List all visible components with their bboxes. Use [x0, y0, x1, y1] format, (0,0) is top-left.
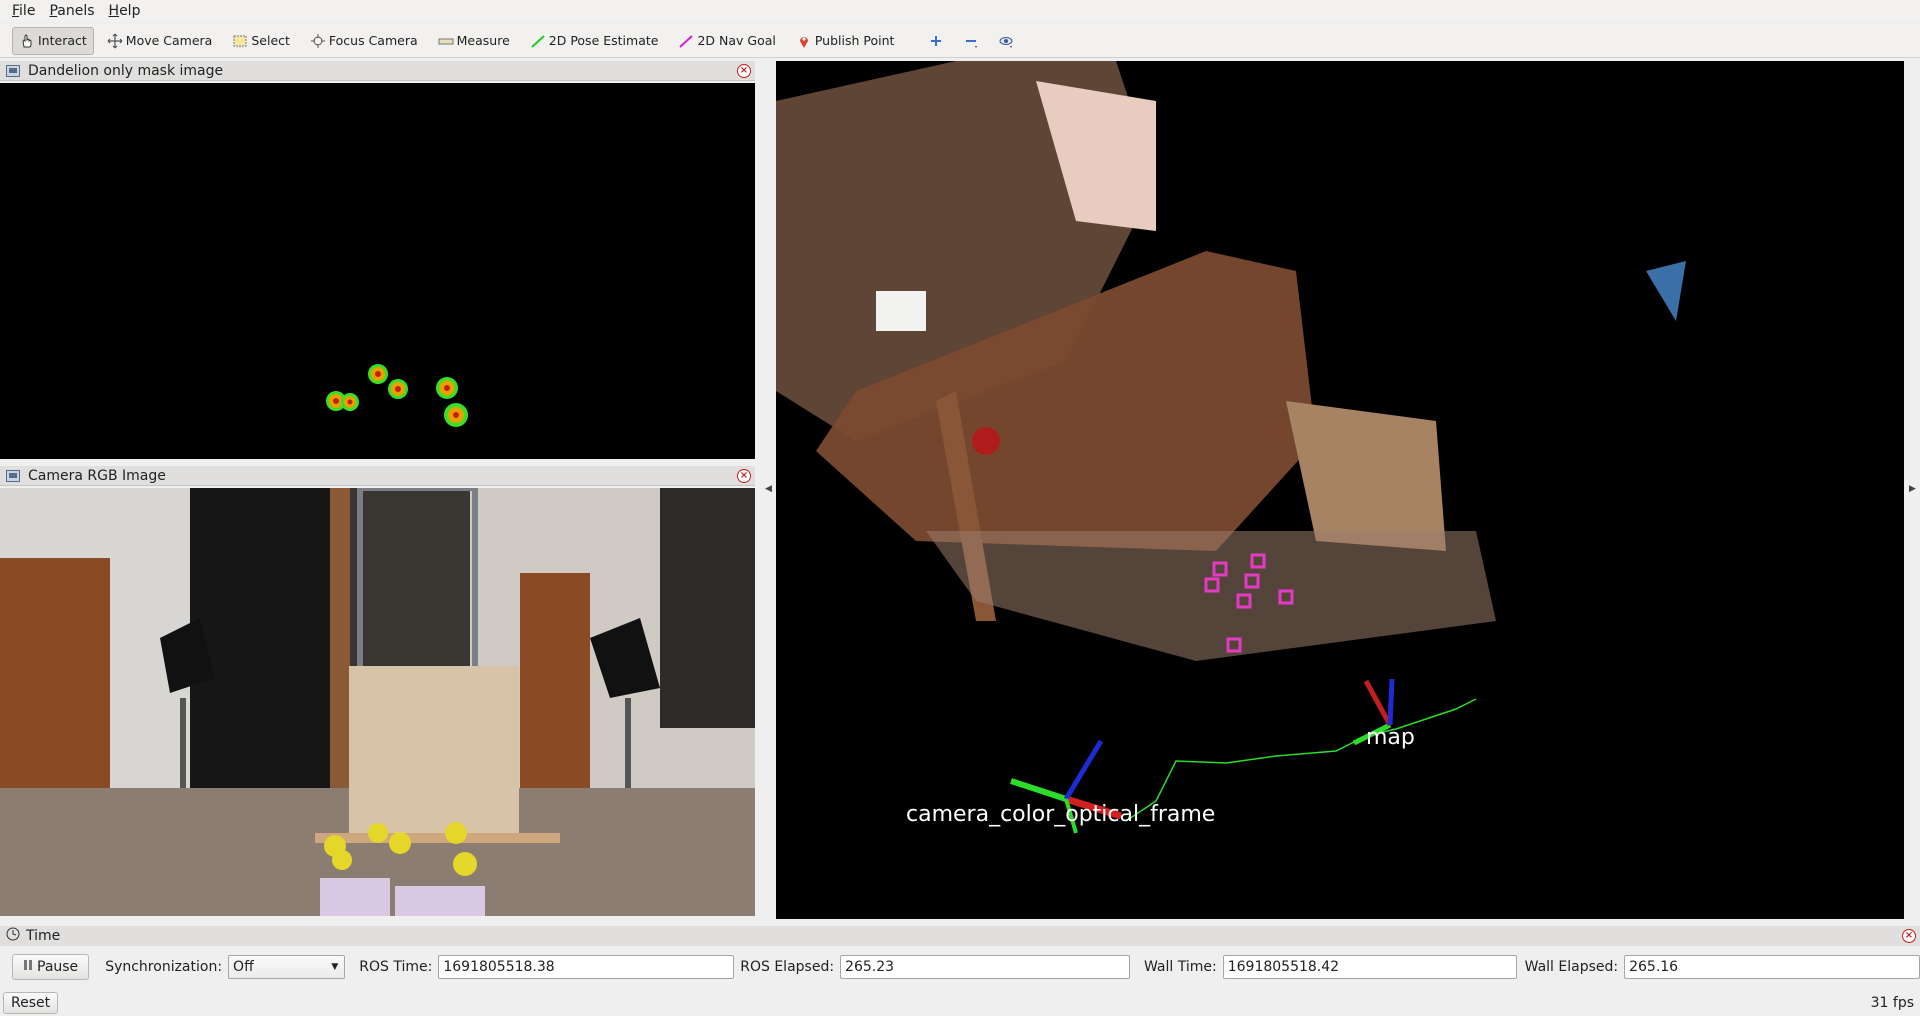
point-cloud-canvas: map camera_color_optical_frame: [776, 61, 1904, 919]
rgb-image-view: [0, 488, 755, 916]
green-arrow-icon: [530, 33, 546, 49]
move-camera-tool-label: Move Camera: [125, 33, 213, 48]
menu-file-mnemonic: F: [12, 3, 20, 19]
dandelion-blob: [368, 364, 388, 384]
ros-time-label: ROS Time:: [359, 959, 433, 975]
mask-image-view: [0, 83, 755, 459]
menu-bar: File Panels Help: [0, 0, 1920, 22]
measure-tool-label: Measure: [456, 33, 510, 48]
select-tool-label: Select: [251, 33, 290, 48]
close-icon[interactable]: ×: [737, 64, 751, 78]
clock-icon: [6, 927, 20, 945]
reset-button[interactable]: Reset: [3, 992, 59, 1014]
map-pin-icon: [796, 33, 812, 49]
eye-icon: [998, 33, 1014, 49]
menu-file-label: ile: [19, 3, 36, 19]
move-camera-tool-button[interactable]: Move Camera: [100, 27, 220, 55]
plus-icon: [928, 33, 944, 49]
ros-elapsed-label: ROS Elapsed:: [740, 959, 835, 975]
right-collapse-arrow-icon[interactable]: ▶: [1909, 484, 1916, 494]
rgb-panel-title: Camera RGB Image: [28, 467, 166, 484]
wall-time-label: Wall Time:: [1143, 959, 1217, 975]
map-frame-label: map: [1366, 725, 1415, 750]
menu-help[interactable]: Help: [103, 3, 147, 19]
focus-camera-tool-button[interactable]: Focus Camera: [303, 27, 425, 55]
time-panel-header: Time ×: [0, 926, 1920, 946]
wall-elapsed-value: 265.16: [1629, 959, 1679, 975]
2d-nav-goal-label: 2D Nav Goal: [697, 33, 776, 48]
ros-time-field[interactable]: 1691805518.38: [438, 955, 735, 979]
ruler-icon: [438, 33, 454, 49]
publish-point-button[interactable]: Publish Point: [789, 27, 902, 55]
menu-panels[interactable]: Panels: [43, 3, 100, 19]
image-panel-icon: [6, 469, 20, 482]
view-options-button[interactable]: [991, 27, 1024, 55]
publish-point-label: Publish Point: [814, 33, 895, 48]
ros-elapsed-field[interactable]: 265.23: [840, 955, 1130, 979]
interact-tool-button[interactable]: Interact: [12, 26, 94, 55]
close-icon[interactable]: ×: [737, 469, 751, 483]
select-box-icon: [232, 33, 248, 49]
reset-label: Reset: [11, 995, 51, 1011]
2d-pose-estimate-button[interactable]: 2D Pose Estimate: [523, 27, 666, 55]
fps-readout: 31 fps: [1870, 995, 1914, 1011]
tool-toolbar: Interact Move Camera Select Focus Camera…: [0, 24, 1920, 58]
close-icon[interactable]: ×: [1902, 929, 1916, 943]
wall-time-field[interactable]: 1691805518.42: [1222, 955, 1517, 979]
measure-tool-button[interactable]: Measure: [431, 27, 517, 55]
mask-panel-title: Dandelion only mask image: [28, 62, 224, 79]
3d-render-view[interactable]: map camera_color_optical_frame: [776, 61, 1904, 919]
status-bar: Reset 31 fps: [0, 990, 1920, 1016]
minus-icon: [963, 33, 979, 49]
mask-panel-header: Dandelion only mask image ×: [0, 61, 755, 81]
chevron-down-icon: ▼: [331, 962, 339, 972]
menu-help-mnemonic: H: [108, 3, 120, 19]
2d-pose-estimate-label: 2D Pose Estimate: [548, 33, 659, 48]
hand-pointer-icon: [19, 33, 35, 49]
sync-value: Off: [233, 959, 254, 975]
pause-icon: [23, 959, 33, 975]
pause-button[interactable]: Pause: [12, 954, 90, 980]
2d-nav-goal-button[interactable]: 2D Nav Goal: [671, 27, 782, 55]
left-collapse-arrow-icon[interactable]: ◀: [765, 484, 772, 494]
move-arrows-icon: [107, 33, 123, 49]
camera-frame-label: camera_color_optical_frame: [906, 802, 1215, 827]
menu-file[interactable]: File: [6, 3, 41, 19]
menu-help-label: elp: [119, 3, 141, 19]
sync-dropdown[interactable]: Off ▼: [228, 955, 346, 979]
image-panel-icon: [6, 64, 20, 77]
crosshair-icon: [310, 33, 326, 49]
wall-elapsed-field[interactable]: 265.16: [1624, 955, 1920, 979]
add-tool-button[interactable]: [921, 27, 954, 55]
dandelion-blob: [444, 403, 468, 427]
focus-camera-tool-label: Focus Camera: [328, 33, 418, 48]
pause-label: Pause: [37, 959, 79, 975]
time-panel-title: Time: [26, 928, 61, 944]
ros-time-value: 1691805518.38: [443, 959, 555, 975]
remove-tool-button[interactable]: [956, 27, 989, 55]
time-controls-row: Pause Synchronization: Off ▼ ROS Time: 1…: [0, 952, 1920, 982]
wall-elapsed-label: Wall Elapsed:: [1524, 959, 1619, 975]
sync-label: Synchronization:: [105, 959, 223, 975]
wall-time-value: 1691805518.42: [1227, 959, 1340, 975]
rgb-panel-header: Camera RGB Image ×: [0, 466, 755, 486]
select-tool-button[interactable]: Select: [225, 27, 297, 55]
interact-tool-label: Interact: [38, 33, 87, 48]
magenta-arrow-icon: [678, 33, 694, 49]
ros-elapsed-value: 265.23: [845, 959, 895, 975]
mask-image-canvas: [326, 364, 468, 427]
dandelion-blob: [388, 379, 408, 399]
dandelion-blob: [436, 377, 458, 399]
dandelion-blob: [341, 393, 359, 411]
menu-panels-label: anels: [57, 3, 95, 19]
rgb-image-canvas: [0, 488, 755, 916]
